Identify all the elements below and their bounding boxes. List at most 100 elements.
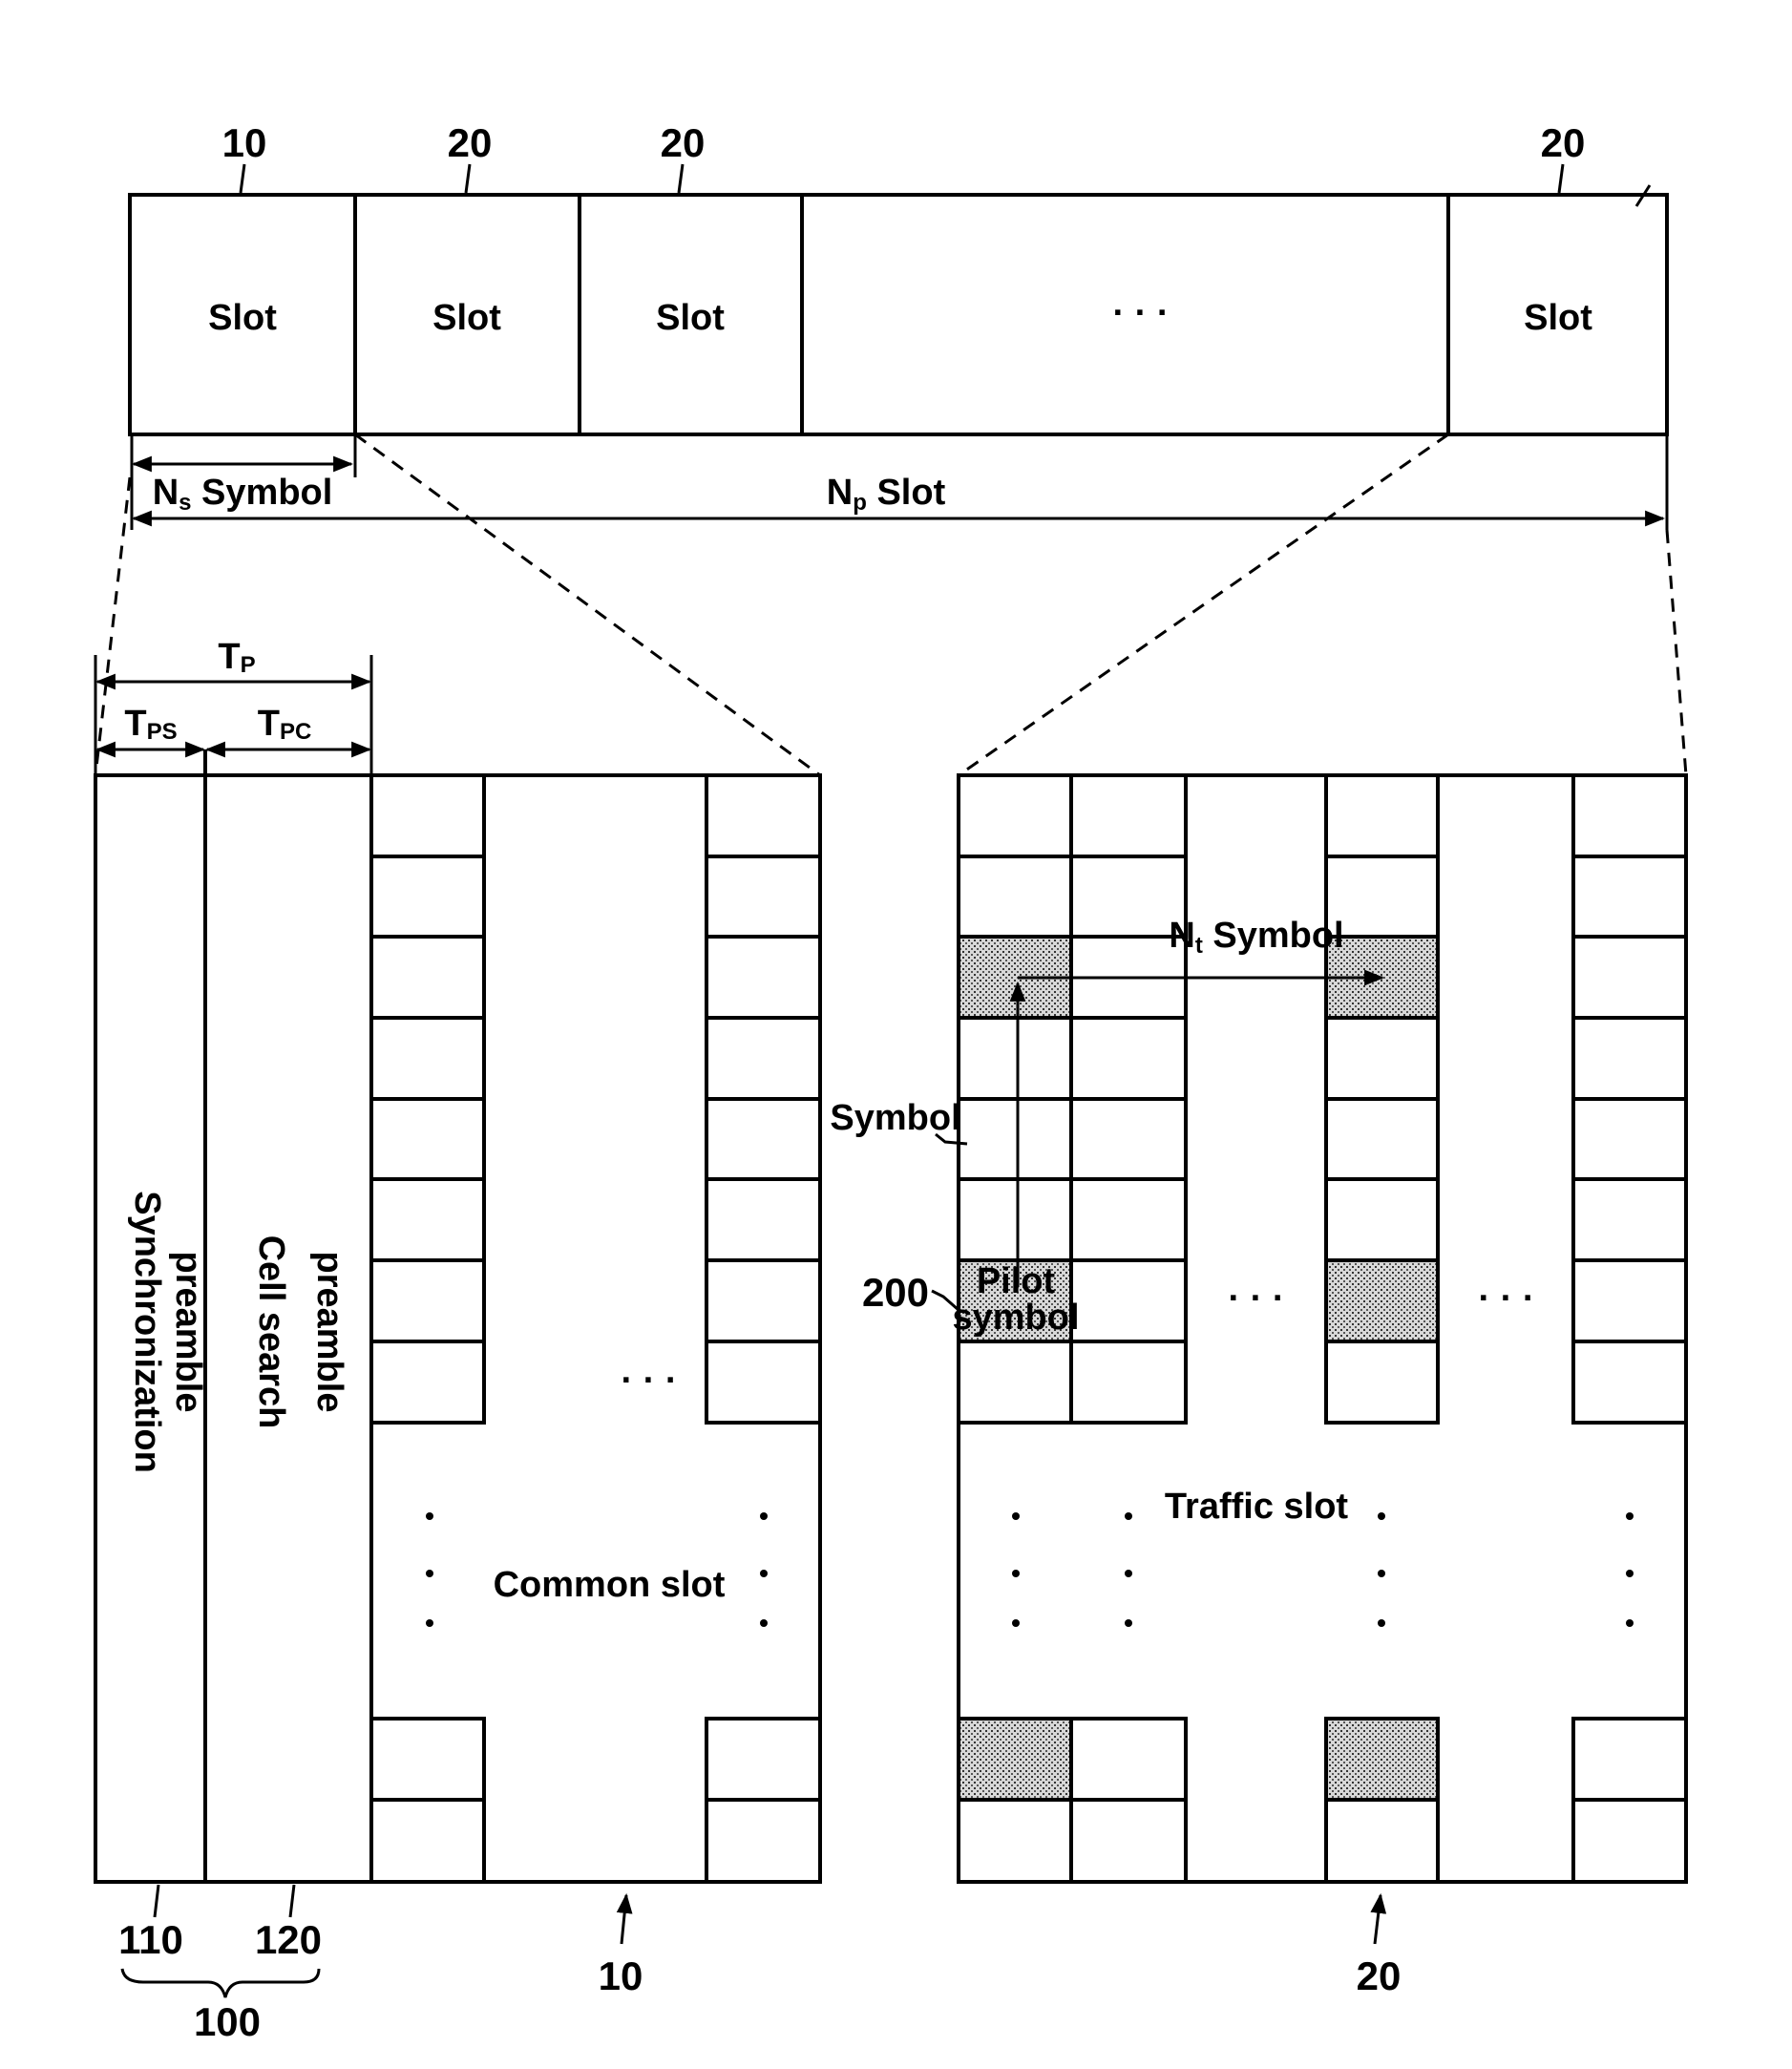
ellipsis: · · · <box>1228 1278 1284 1319</box>
symbol-label: Symbol <box>830 1098 960 1138</box>
symbol-cell <box>705 855 822 939</box>
symbol-cell <box>1324 1798 1440 1884</box>
ellipsis-dot <box>426 1570 433 1577</box>
ref-200: 200 <box>862 1270 929 1315</box>
frame-structure-diagram: Slot Slot Slot · · · Slot 10 20 20 20 Ns… <box>94 120 1688 2044</box>
symbol-cell <box>1069 1258 1188 1343</box>
ref-leader <box>1557 163 1565 194</box>
symbol-cell <box>369 1177 486 1262</box>
symbol-cell <box>1571 1016 1688 1101</box>
sync-preamble-label: Synchronization <box>127 1191 167 1473</box>
common-slot-label: Common slot <box>494 1565 726 1605</box>
ref-10: 10 <box>599 1953 643 1998</box>
vertical-ellipsis <box>1012 1512 1634 1627</box>
slot-ellipsis: · · · <box>1112 293 1169 333</box>
ns-symbol-label: Ns Symbol <box>153 473 333 516</box>
symbol-cell <box>705 935 822 1020</box>
zoom-line-common-right <box>354 433 821 777</box>
superframe-bar: Slot Slot Slot · · · Slot 10 20 20 20 Ns… <box>128 120 1669 530</box>
ref-numeral: 20 <box>661 120 706 165</box>
symbol-cell <box>705 1717 822 1802</box>
brace-100 <box>120 1968 321 1998</box>
ref-leader <box>239 163 246 194</box>
symbol-cell <box>1069 1340 1188 1425</box>
nt-symbol-label: Nt Symbol <box>1169 916 1343 959</box>
symbol-cell <box>957 1340 1073 1425</box>
ref-numeral: 20 <box>448 120 493 165</box>
symbol-cell <box>1571 1717 1688 1802</box>
symbol-cell <box>1571 935 1688 1020</box>
tp-label: TP <box>218 637 255 678</box>
symbol-cell <box>369 855 486 939</box>
symbol-cell <box>1324 1097 1440 1181</box>
symbol-cell <box>957 1097 1073 1181</box>
np-slot-label: Np Slot <box>827 473 946 516</box>
symbol-cell <box>1069 773 1188 858</box>
ref-20: 20 <box>1357 1953 1402 1998</box>
zoom-line-traffic-left <box>958 433 1449 777</box>
ref-120: 120 <box>255 1917 322 1962</box>
ref-100: 100 <box>194 1999 261 2044</box>
symbol-cell <box>705 1258 822 1343</box>
symbol-cell <box>369 1717 486 1802</box>
symbol-cell <box>1069 1798 1188 1884</box>
sync-preamble-label-2: preamble <box>168 1252 208 1413</box>
slot-label: Slot <box>656 298 725 338</box>
symbol-cell <box>705 773 822 858</box>
ref-leader <box>677 163 685 194</box>
ellipsis-dot <box>760 1619 768 1627</box>
ellipsis-dot <box>426 1619 433 1627</box>
traffic-slot-panel: Nt Symbol Symbol Pilot symbol 200 · · · … <box>830 773 1688 1998</box>
pilot-symbol-label-2: symbol <box>952 1298 1079 1338</box>
ellipsis-dot <box>1125 1619 1132 1627</box>
symbol-cell <box>1571 1258 1688 1343</box>
symbol-cell <box>1571 855 1688 939</box>
ref-leader <box>153 1884 160 1918</box>
ref-leader <box>288 1884 296 1918</box>
cell-search-preamble-label: Cell search <box>251 1235 291 1429</box>
symbol-cell <box>1069 1016 1188 1101</box>
symbol-cell <box>1069 1177 1188 1262</box>
symbol-cell <box>369 1258 486 1343</box>
symbol-cell <box>1571 1340 1688 1425</box>
ref-numeral: 10 <box>222 120 267 165</box>
symbol-cell <box>1069 1097 1188 1181</box>
symbol-cell <box>957 1177 1073 1262</box>
ellipsis-dot <box>1012 1619 1020 1627</box>
symbol-cell <box>1324 773 1440 858</box>
ref-leader <box>464 163 472 194</box>
cell-search-preamble-label-2: preamble <box>309 1252 349 1413</box>
symbol-cell <box>705 1097 822 1181</box>
ellipsis-dot <box>1626 1570 1634 1577</box>
symbol-cell <box>705 1016 822 1101</box>
common-slot-panel: TP TPS TPC Synchronization preamble Cell… <box>94 637 822 2044</box>
ref-numeral: 20 <box>1541 120 1586 165</box>
slot-label: Slot <box>208 298 277 338</box>
ref-arrow <box>616 1892 633 1945</box>
ellipsis-dot <box>1378 1619 1385 1627</box>
ellipsis-dot <box>1125 1512 1132 1520</box>
symbol-cell <box>957 855 1073 939</box>
symbol-cell <box>1571 1798 1688 1884</box>
ref-110: 110 <box>118 1917 183 1962</box>
symbol-cell <box>1571 1177 1688 1262</box>
superframe-outline <box>128 193 1669 436</box>
zoom-line-traffic-right <box>1665 529 1688 776</box>
ellipsis-dot <box>1012 1512 1020 1520</box>
symbol-cell <box>705 1340 822 1425</box>
ellipsis-dot <box>1378 1570 1385 1577</box>
ellipsis-dot <box>1012 1570 1020 1577</box>
symbol-cell <box>705 1798 822 1884</box>
ellipsis-dot <box>1626 1512 1634 1520</box>
symbol-cell <box>369 935 486 1020</box>
symbol-cell <box>369 1016 486 1101</box>
ellipsis-dot <box>1125 1570 1132 1577</box>
symbol-cell <box>1571 773 1688 858</box>
ref-arrow <box>1370 1892 1387 1945</box>
pilot-symbol-label: Pilot <box>977 1261 1056 1301</box>
symbol-cell <box>1069 1717 1188 1802</box>
pilot-symbol-cell <box>1324 1258 1440 1343</box>
symbol-cell <box>369 1798 486 1884</box>
symbol-cell <box>369 1340 486 1425</box>
common-slot-symbol-grid <box>369 773 822 1884</box>
